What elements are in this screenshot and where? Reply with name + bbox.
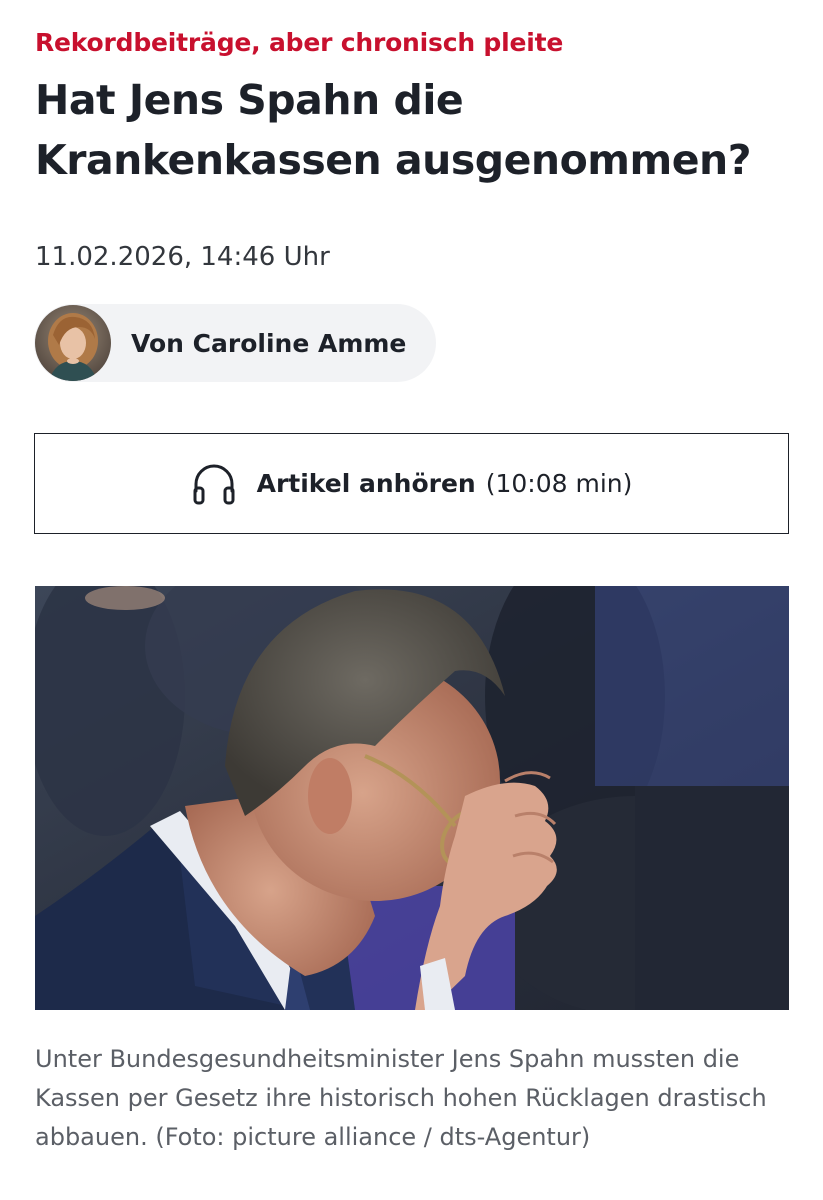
photo-caption: Unter Bundesgesundheitsminister Jens Spa… (35, 1045, 767, 1151)
article-kicker: Rekordbeiträge, aber chronisch pleite (35, 28, 564, 57)
listen-article-button[interactable]: Artikel anhören (10:08 min) (34, 433, 789, 534)
author-name: Von Caroline Amme (131, 328, 407, 358)
listen-label: Artikel anhören (256, 469, 476, 498)
publish-date: 11.02.2026, 14:46 Uhr (35, 242, 330, 272)
article-hero-photo (35, 586, 789, 1010)
author-link[interactable]: Von Caroline Amme (34, 304, 436, 382)
listen-duration: (10:08 min) (485, 469, 633, 498)
article-headline: Hat Jens Spahn die Krankenkassen ausgeno… (35, 76, 752, 184)
author-avatar (35, 305, 111, 381)
headphones-icon (191, 461, 237, 507)
article-page: Rekordbeiträge, aber chronisch pleite Ha… (0, 0, 823, 1200)
